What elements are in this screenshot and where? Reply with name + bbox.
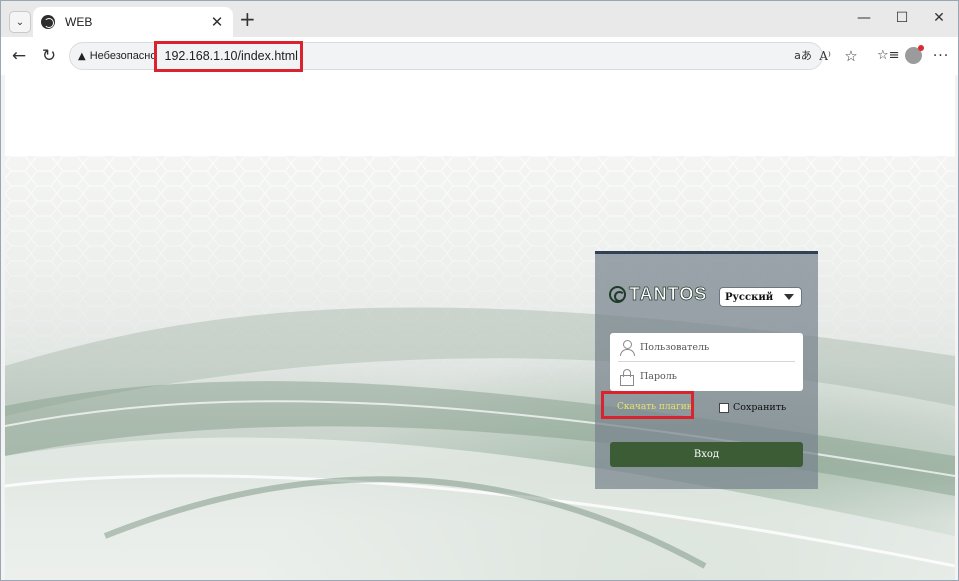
security-label[interactable]: Небезопасно: [90, 50, 157, 62]
language-select[interactable]: Русский: [719, 287, 802, 307]
close-tab-icon[interactable]: ✕: [209, 13, 225, 31]
page-viewport: TANTOS Русский Скачать плагин: [5, 75, 955, 580]
credentials-box: [610, 333, 803, 391]
star-icon[interactable]: ☆: [841, 47, 861, 65]
password-row: [610, 362, 803, 391]
more-options-icon[interactable]: ···: [931, 47, 951, 65]
close-window-button[interactable]: ✕: [929, 10, 949, 26]
globe-icon: [41, 15, 55, 29]
tantos-logo-icon: [609, 286, 626, 303]
language-selected: Русский: [725, 291, 774, 303]
back-button[interactable]: ←: [9, 46, 29, 66]
lock-icon: [620, 368, 634, 386]
password-input[interactable]: [640, 371, 790, 382]
minimize-button[interactable]: —: [854, 10, 874, 26]
remember-label: Сохранить: [733, 402, 787, 413]
page-header-blank: [5, 75, 955, 156]
remember-me[interactable]: Сохранить: [719, 402, 786, 413]
login-panel: TANTOS Русский Скачать плагин: [595, 251, 818, 489]
url-highlight-box: [154, 41, 303, 72]
tab-title: WEB: [65, 15, 93, 29]
browser-window: ⌄ WEB ✕ + — ☐ ✕ ← ↻ ▲ Небезопасно 192.16…: [0, 0, 959, 581]
warning-icon[interactable]: ▲: [78, 51, 86, 62]
navigation-bar: ← ↻ ▲ Небезопасно 192.168.1.10/index.htm…: [1, 37, 958, 75]
maximize-button[interactable]: ☐: [892, 10, 912, 26]
read-aloud-icon[interactable]: A⁾: [815, 47, 835, 65]
tab-list-button[interactable]: ⌄: [9, 11, 31, 33]
tab-web[interactable]: WEB ✕: [33, 7, 233, 37]
translate-icon[interactable]: aあ: [793, 47, 813, 65]
profile-avatar-icon[interactable]: [905, 45, 924, 64]
chevron-down-icon: ⌄: [15, 16, 25, 28]
user-icon: [620, 339, 635, 356]
username-row: [610, 333, 803, 362]
plugin-highlight-box: [601, 391, 694, 419]
login-button[interactable]: Вход: [610, 442, 803, 467]
brand-name: TANTOS: [629, 284, 708, 305]
reload-button[interactable]: ↻: [39, 46, 59, 66]
dropdown-arrow-icon: [784, 294, 794, 300]
username-input[interactable]: [640, 342, 790, 353]
favorites-icon[interactable]: ☆≡: [877, 47, 900, 65]
tantos-logo: TANTOS: [609, 284, 707, 305]
remember-checkbox[interactable]: [719, 402, 729, 413]
login-button-label: Вход: [693, 449, 720, 460]
tab-strip: ⌄ WEB ✕ + — ☐ ✕: [1, 1, 958, 37]
new-tab-button[interactable]: +: [239, 9, 256, 29]
